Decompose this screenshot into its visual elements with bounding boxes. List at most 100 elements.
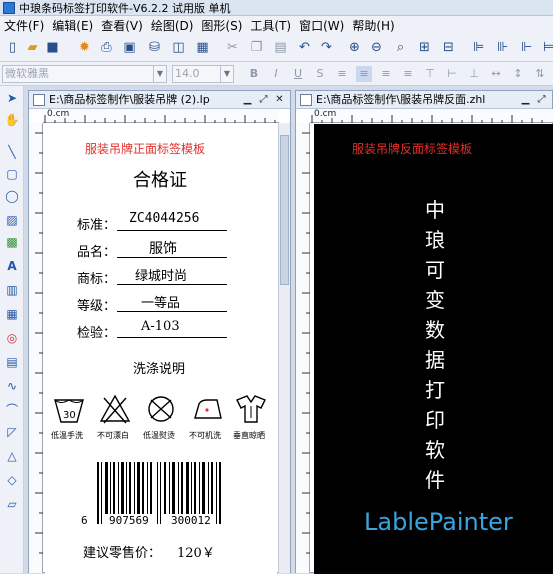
line-tool-icon[interactable]: ╲ [4, 144, 20, 160]
redo-icon[interactable]: ↷ [318, 39, 335, 56]
document-tab-front[interactable]: E:\商品标签制作\服装吊牌 (2).lp ▁ ⤢ ✕ [29, 91, 290, 109]
text-align-left-icon[interactable]: ≡ [334, 66, 350, 82]
chevron-down-icon: ▼ [153, 66, 166, 82]
open-folder-icon[interactable]: ▰ [24, 39, 41, 56]
cut-icon[interactable]: ✂ [224, 39, 241, 56]
care-label-no-machine-wash: 不可机洗 [189, 431, 221, 440]
field-label-standard: 标准： [77, 218, 117, 233]
strikethrough-icon[interactable]: S [312, 66, 328, 82]
rectangle-tool-icon[interactable]: ▢ [4, 166, 20, 182]
select-arrow-icon[interactable]: ➤ [4, 90, 20, 106]
barcode-first-digit: 6 [81, 514, 88, 527]
ruler-ticks [302, 132, 310, 554]
field-label-grade: 等级： [77, 299, 117, 314]
font-size-combo[interactable]: 14.0 ▼ [172, 65, 234, 83]
save-icon[interactable]: ■ [44, 39, 61, 56]
menu-file[interactable]: 文件(F) [0, 17, 48, 34]
label-canvas-front[interactable]: 服装吊牌正面标签模板 合格证 标准： ZC4044256 品名： 服饰 商标： … [45, 124, 277, 574]
align-right-icon[interactable]: ⊩ [518, 39, 535, 56]
no-bleach-icon [99, 394, 131, 424]
hand-icon[interactable]: ✋ [4, 112, 20, 128]
italic-icon[interactable]: I [268, 66, 284, 82]
align-center-icon[interactable]: ⊪ [494, 39, 511, 56]
zoom-out-icon[interactable]: ⊖ [368, 39, 385, 56]
vertical-scrollbar[interactable] [278, 123, 290, 573]
text-align-right-icon[interactable]: ≡ [378, 66, 394, 82]
document-window-front[interactable]: E:\商品标签制作\服装吊牌 (2).lp ▁ ⤢ ✕ 0.cm 服装吊牌正面标… [28, 90, 291, 574]
document-window-back[interactable]: E:\商品标签制作\服装吊牌反面.zhl ▁ ⤢ 0.cm 服装吊牌反面标签模板… [295, 90, 553, 574]
print-icon[interactable]: ⎙ [98, 39, 115, 56]
arc-tool-icon[interactable]: ⌒ [4, 402, 20, 418]
hang-dry-icon [236, 395, 266, 423]
align-left-icon[interactable]: ⊫ [470, 39, 487, 56]
text-tool-icon[interactable]: A [4, 258, 20, 274]
text-align-center-icon[interactable]: ≡ [356, 66, 372, 82]
curve-tool-icon[interactable]: ∿ [4, 378, 20, 394]
minimize-icon[interactable]: ▁ [519, 93, 532, 106]
label-canvas-back[interactable]: 服装吊牌反面标签模板 中 琅 可 变 数 据 打 印 软 件 LablePain… [314, 124, 553, 574]
grid-icon[interactable]: ▦ [194, 39, 211, 56]
parallelogram-tool-icon[interactable]: ▱ [4, 496, 20, 512]
menu-window[interactable]: 窗口(W) [295, 17, 348, 34]
scrollbar-thumb[interactable] [280, 135, 289, 285]
menu-shape[interactable]: 图形(S) [197, 17, 246, 34]
qrcode-tool-icon[interactable]: ▦ [4, 306, 20, 322]
font-name-value: 微软雅黑 [5, 67, 49, 80]
circle-tool-icon[interactable]: ◎ [4, 330, 20, 346]
table-tool-icon[interactable]: ▤ [4, 354, 20, 370]
distribute-icon[interactable]: ⊨ [540, 39, 553, 56]
title-bar: 中琅条码标签打印软件-V6.2.2 试用版 单机 [0, 0, 553, 16]
menu-tools[interactable]: 工具(T) [246, 17, 295, 34]
document-tab-back[interactable]: E:\商品标签制作\服装吊牌反面.zhl ▁ ⤢ [296, 91, 552, 109]
care-label-low-iron: 低温熨烫 [143, 431, 175, 440]
diamond-tool-icon[interactable]: ◇ [4, 472, 20, 488]
layers-icon[interactable]: ◫ [170, 39, 187, 56]
barcode-tool-icon[interactable]: ▥ [4, 282, 20, 298]
paste-icon[interactable]: ▤ [272, 39, 289, 56]
text-direction-icon[interactable]: ⇅ [532, 66, 548, 82]
document-title-front: E:\商品标签制作\服装吊牌 (2).lp [49, 93, 210, 106]
maximize-icon[interactable]: ⤢ [257, 93, 270, 106]
fit-width-icon[interactable]: ⊟ [440, 39, 457, 56]
underline-icon[interactable]: U [290, 66, 306, 82]
minimize-icon[interactable]: ▁ [241, 93, 254, 106]
copy-icon[interactable]: ❐ [248, 39, 265, 56]
menu-view[interactable]: 查看(V) [97, 17, 147, 34]
zoom-in-icon[interactable]: ⊕ [346, 39, 363, 56]
low-iron-icon [148, 396, 174, 422]
picture-tool-icon[interactable]: ▩ [4, 234, 20, 250]
zoom-icon[interactable]: ⌕ [392, 39, 409, 56]
bold-icon[interactable]: B [246, 66, 262, 82]
text-justify-icon[interactable]: ≡ [400, 66, 416, 82]
app-icon [3, 1, 15, 14]
maximize-icon[interactable]: ⤢ [535, 93, 548, 106]
vertical-char: 可 [425, 258, 445, 282]
font-name-combo[interactable]: 微软雅黑 ▼ [2, 65, 167, 83]
valign-top-icon[interactable]: ⊤ [422, 66, 438, 82]
main-toolbar: ▯ ▰ ■ ✹ ⎙ ▣ ⛁ ◫ ▦ ✂ ❐ ▤ ↶ ↷ ⊕ ⊖ ⌕ ⊞ ⊟ ⊫ … [0, 34, 553, 62]
new-file-icon[interactable]: ▯ [4, 39, 21, 56]
settings-icon[interactable]: ✹ [76, 39, 93, 56]
close-icon[interactable]: ✕ [273, 93, 286, 106]
window-title: 中琅条码标签打印软件-V6.2.2 试用版 单机 [19, 1, 231, 15]
line-spacing-icon[interactable]: ↕ [510, 66, 526, 82]
fit-page-icon[interactable]: ⊞ [416, 39, 433, 56]
menu-edit[interactable]: 编辑(E) [48, 17, 97, 34]
field-value-inspection: A-103 [141, 319, 180, 334]
menu-draw[interactable]: 绘图(D) [147, 17, 198, 34]
vertical-char: 琅 [425, 228, 445, 252]
field-value-brand: 绿城时尚 [135, 269, 188, 284]
undo-icon[interactable]: ↶ [296, 39, 313, 56]
valign-middle-icon[interactable]: ⊢ [444, 66, 460, 82]
field-label-brand: 商标： [77, 272, 117, 287]
database-icon[interactable]: ⛁ [146, 39, 163, 56]
ellipse-tool-icon[interactable]: ◯ [4, 188, 20, 204]
image-tool-icon[interactable]: ▨ [4, 212, 20, 228]
valign-bottom-icon[interactable]: ⊥ [466, 66, 482, 82]
text-spacing-icon[interactable]: ↔ [488, 66, 504, 82]
triangle-tool-icon[interactable]: △ [4, 448, 20, 464]
menu-bar: 文件(F) 编辑(E) 查看(V) 绘图(D) 图形(S) 工具(T) 窗口(W… [0, 16, 553, 34]
menu-help[interactable]: 帮助(H) [348, 17, 398, 34]
print-preview-icon[interactable]: ▣ [121, 39, 138, 56]
polygon-tool-icon[interactable]: ◸ [4, 424, 20, 440]
